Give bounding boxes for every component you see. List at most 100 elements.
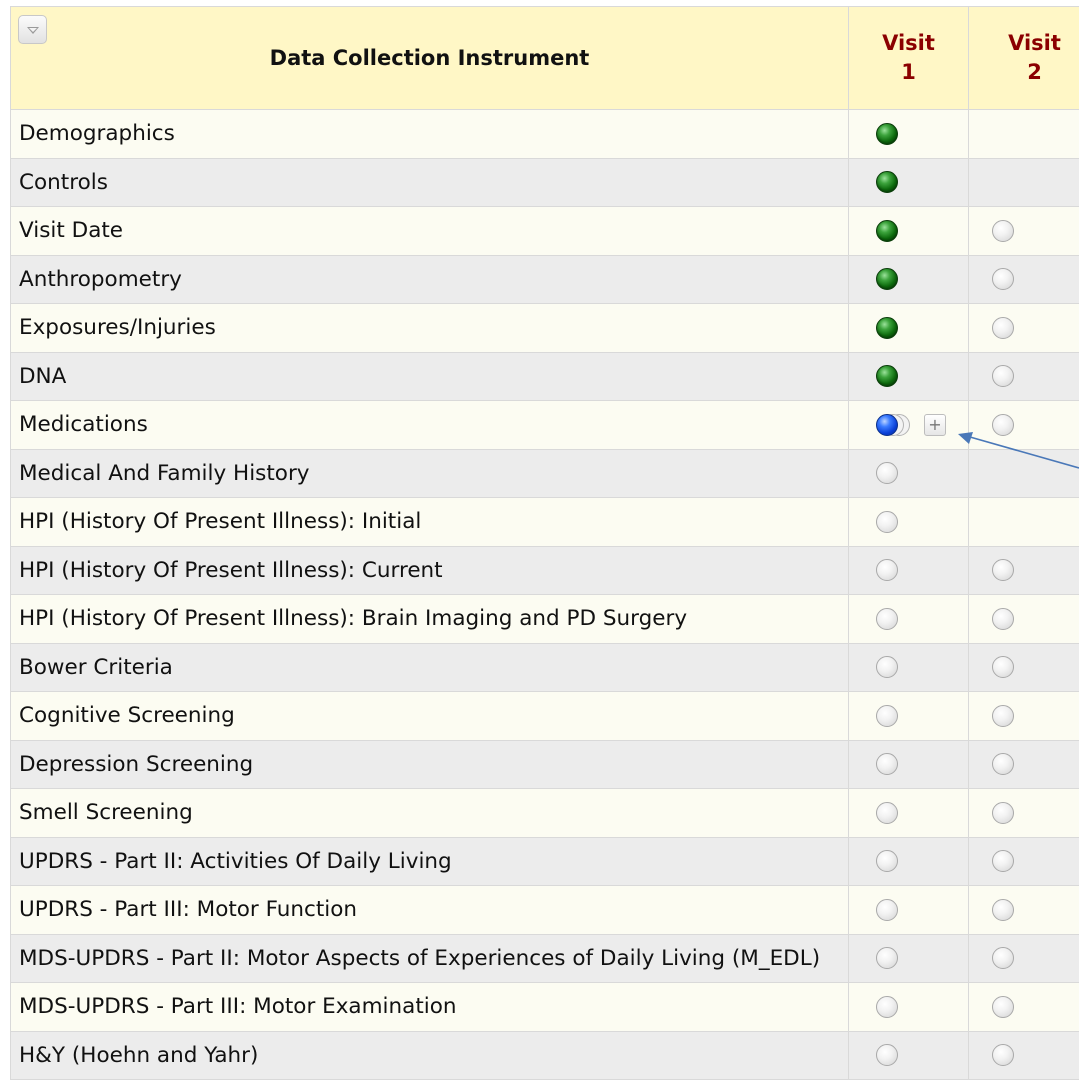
visit-1-status-cell — [848, 109, 969, 159]
visit-1-status-cell — [848, 982, 969, 1032]
form-empty-status-icon[interactable] — [992, 753, 1014, 776]
instrument-row: UPDRS - Part II: Activities Of Daily Liv… — [10, 836, 1079, 886]
form-empty-status-icon[interactable] — [876, 704, 898, 727]
instrument-row: Bower Criteria — [10, 642, 1079, 692]
visit-1-column-header[interactable]: Visit 1 — [848, 6, 969, 110]
form-complete-status-icon[interactable] — [876, 268, 898, 291]
form-empty-status-icon[interactable] — [992, 559, 1014, 582]
instrument-name: MDS-UPDRS - Part III: Motor Examination — [10, 982, 849, 1032]
form-complete-status-icon[interactable] — [876, 365, 898, 388]
visit-1-status-cell — [848, 594, 969, 644]
visit-2-status-cell — [968, 788, 1079, 838]
visit-2-status-cell — [968, 206, 1079, 256]
form-empty-status-icon[interactable] — [876, 656, 898, 679]
grid-body: Demographics Controls Visit Date Anthropome… — [10, 109, 1079, 1080]
form-empty-status-icon[interactable] — [992, 898, 1014, 921]
form-empty-status-icon[interactable] — [876, 607, 898, 630]
form-empty-status-icon[interactable] — [876, 559, 898, 582]
instrument-row: HPI (History Of Present Illness): Initia… — [10, 497, 1079, 547]
visit-2-status-cell — [968, 497, 1079, 547]
instrument-name: Smell Screening — [10, 788, 849, 838]
form-empty-status-icon[interactable] — [876, 753, 898, 776]
form-empty-status-icon[interactable] — [992, 607, 1014, 630]
visit-1-status-cell — [848, 303, 969, 353]
visit-2-label-line2: 2 — [1027, 60, 1042, 84]
visit-2-status-cell — [968, 933, 1079, 983]
form-empty-status-icon[interactable] — [992, 268, 1014, 291]
repeating-instances-status-icon[interactable] — [876, 413, 914, 437]
instrument-name: Exposures/Injuries — [10, 303, 849, 353]
form-empty-status-icon[interactable] — [992, 219, 1014, 242]
visit-2-status-cell — [968, 1030, 1079, 1080]
instrument-name: HPI (History Of Present Illness): Brain … — [10, 594, 849, 644]
visit-1-status-cell — [848, 448, 969, 498]
instrument-row: Controls — [10, 157, 1079, 207]
instrument-row: Demographics — [10, 109, 1079, 159]
visit-1-status-cell — [848, 545, 969, 595]
visit-2-status-cell — [968, 157, 1079, 207]
form-complete-status-icon[interactable] — [876, 122, 898, 145]
collapse-dropdown-button[interactable] — [18, 15, 47, 44]
visit-1-status-cell — [848, 1030, 969, 1080]
form-empty-status-icon[interactable] — [876, 801, 898, 824]
form-complete-status-icon[interactable] — [876, 171, 898, 194]
form-empty-status-icon[interactable] — [876, 462, 898, 485]
form-empty-status-icon[interactable] — [876, 995, 898, 1018]
instrument-row: HPI (History Of Present Illness): Curren… — [10, 545, 1079, 595]
visit-1-status-cell: + — [848, 400, 969, 450]
instrument-row: HPI (History Of Present Illness): Brain … — [10, 594, 1079, 644]
visit-1-status-cell — [848, 691, 969, 741]
form-empty-status-icon[interactable] — [876, 510, 898, 533]
visit-1-status-cell — [848, 788, 969, 838]
form-empty-status-icon[interactable] — [992, 1044, 1014, 1067]
instrument-name: Medical And Family History — [10, 448, 849, 498]
instrument-row: Visit Date — [10, 206, 1079, 256]
visit-2-status-cell — [968, 739, 1079, 789]
form-empty-status-icon[interactable] — [992, 365, 1014, 388]
visit-2-label-line1: Visit — [1008, 31, 1061, 55]
form-complete-status-icon[interactable] — [876, 219, 898, 242]
instrument-name: Demographics — [10, 109, 849, 159]
visit-2-status-cell — [968, 545, 1079, 595]
visit-2-status-cell — [968, 594, 1079, 644]
form-empty-status-icon[interactable] — [992, 656, 1014, 679]
instrument-name: DNA — [10, 351, 849, 401]
instrument-name: HPI (History Of Present Illness): Curren… — [10, 545, 849, 595]
instrument-row: MDS-UPDRS - Part II: Motor Aspects of Ex… — [10, 933, 1079, 983]
form-empty-status-icon[interactable] — [876, 1044, 898, 1067]
instrument-name: H&Y (Hoehn and Yahr) — [10, 1030, 849, 1080]
form-empty-status-icon[interactable] — [992, 704, 1014, 727]
instrument-row: UPDRS - Part III: Motor Function — [10, 885, 1079, 935]
form-complete-status-icon[interactable] — [876, 316, 898, 339]
instrument-row: H&Y (Hoehn and Yahr) — [10, 1030, 1079, 1080]
instrument-row: Medical And Family History — [10, 448, 1079, 498]
visit-2-status-cell — [968, 303, 1079, 353]
instrument-column-header: Data Collection Instrument — [10, 6, 849, 110]
instrument-name: Medications — [10, 400, 849, 450]
form-empty-status-icon[interactable] — [876, 947, 898, 970]
visit-2-status-cell — [968, 885, 1079, 935]
instrument-row: Medications + — [10, 400, 1079, 450]
visit-1-status-cell — [848, 157, 969, 207]
instrument-row: DNA — [10, 351, 1079, 401]
form-empty-status-icon[interactable] — [992, 413, 1014, 436]
instrument-name: Anthropometry — [10, 254, 849, 304]
add-instance-button[interactable]: + — [924, 413, 946, 436]
instrument-name: UPDRS - Part III: Motor Function — [10, 885, 849, 935]
form-empty-status-icon[interactable] — [992, 316, 1014, 339]
visit-2-status-cell — [968, 400, 1079, 450]
visit-1-status-cell — [848, 933, 969, 983]
visit-2-status-cell — [968, 836, 1079, 886]
form-empty-status-icon[interactable] — [992, 947, 1014, 970]
form-empty-status-icon[interactable] — [992, 995, 1014, 1018]
form-empty-status-icon[interactable] — [876, 850, 898, 873]
visit-1-label-line2: 1 — [901, 60, 916, 84]
visit-2-status-cell — [968, 642, 1079, 692]
visit-2-status-cell — [968, 254, 1079, 304]
visit-2-column-header[interactable]: Visit 2 — [968, 6, 1079, 110]
form-empty-status-icon[interactable] — [876, 898, 898, 921]
form-empty-status-icon[interactable] — [992, 850, 1014, 873]
visit-1-status-cell — [848, 351, 969, 401]
form-empty-status-icon[interactable] — [992, 801, 1014, 824]
instrument-column-label: Data Collection Instrument — [269, 46, 590, 70]
